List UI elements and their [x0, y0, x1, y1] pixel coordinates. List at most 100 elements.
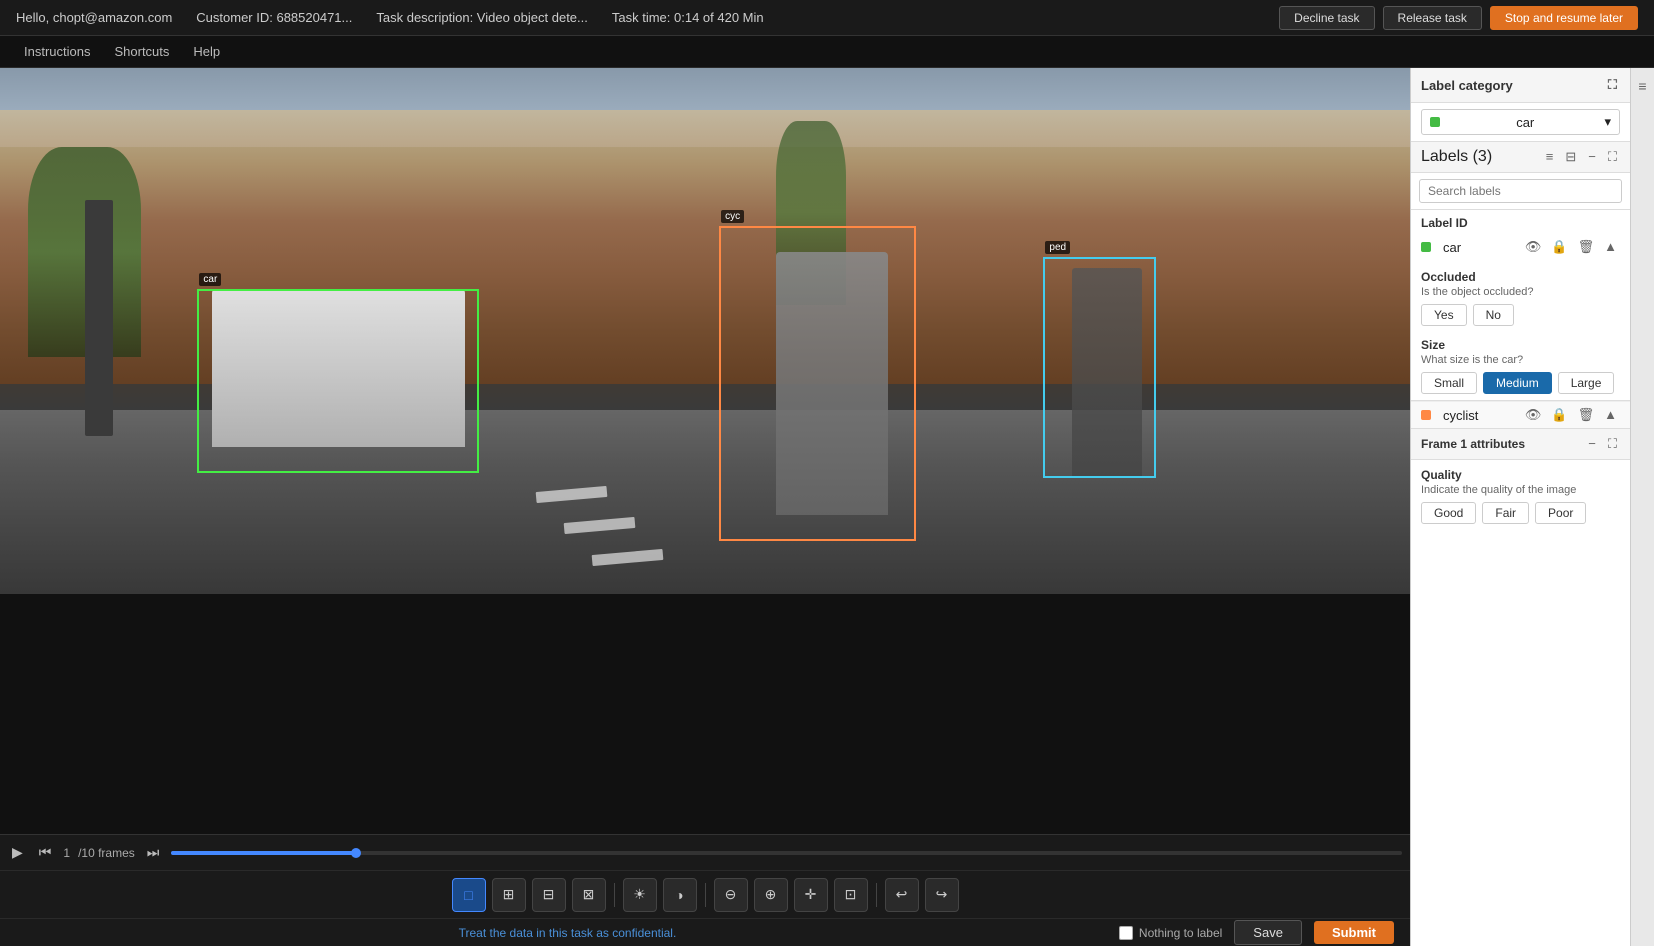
frame-attr-fullscreen-icon[interactable]: ⛶ [1605, 435, 1620, 453]
size-small-button[interactable]: Small [1421, 372, 1477, 394]
undo-button[interactable]: ↩ [885, 878, 919, 912]
category-dropdown[interactable]: car ▾ [1421, 109, 1620, 135]
label-collapse-icon[interactable]: ▲ [1601, 238, 1620, 256]
category-selector: car ▾ [1411, 103, 1630, 141]
next-frame-button[interactable]: ⏭ [143, 842, 164, 863]
occluded-no-button[interactable]: No [1473, 304, 1514, 326]
filter-icon[interactable]: ⊟ [1562, 148, 1579, 166]
brightness-button[interactable]: ☀ [623, 878, 657, 912]
size-buttons: Small Medium Large [1421, 372, 1620, 394]
minimize-icon[interactable]: − [1585, 148, 1599, 166]
occluded-yes-button[interactable]: Yes [1421, 304, 1467, 326]
label-id-section: Label ID car 👁 🔒 🗑 ▲ Occluded [1411, 210, 1630, 401]
release-task-button[interactable]: Release task [1383, 6, 1482, 30]
play-button[interactable]: ▶ [8, 842, 27, 863]
fit-button[interactable]: ⊡ [834, 878, 868, 912]
bbox-cyclist: cyc [719, 226, 916, 542]
nothing-to-label-checkbox[interactable]: Nothing to label [1119, 926, 1222, 940]
label-lock-icon[interactable]: 🔒 [1548, 238, 1570, 256]
filter-sort-icon[interactable]: ≡ [1543, 148, 1557, 166]
search-labels-input[interactable] [1419, 179, 1622, 203]
occluded-buttons: Yes No [1421, 304, 1620, 326]
redo-button[interactable]: ↪ [925, 878, 959, 912]
labels-fullscreen-icon[interactable]: ⛶ [1605, 148, 1620, 166]
main-layout: car cyc ped ▶ ⏮ 1 /10 frames ⏭ [0, 68, 1654, 946]
nothing-label-text: Nothing to label [1139, 926, 1222, 940]
shortcuts-link[interactable]: Shortcuts [106, 40, 177, 63]
cyclist-icons: 👁 🔒 🗑 ▲ [1522, 406, 1620, 424]
cat-dot-green [1430, 115, 1446, 130]
frame-current: 1 [63, 846, 70, 860]
dropdown-chevron-icon: ▾ [1604, 114, 1611, 130]
contrast-button[interactable]: ◑ [663, 878, 697, 912]
select-tool-button[interactable]: □ [452, 878, 486, 912]
street-scene: car cyc ped [0, 68, 1410, 594]
cyclist-row: cyclist 👁 🔒 🗑 ▲ [1411, 401, 1630, 428]
label-category-icons: ⛶ [1605, 76, 1620, 94]
green-dot-icon [1430, 117, 1440, 127]
labels-count-text: Labels (3) [1421, 148, 1492, 166]
footer-bar: Treat the data in this task as confident… [0, 918, 1410, 946]
label-delete-icon[interactable]: 🗑 [1575, 238, 1598, 256]
right-panel: Label category ⛶ car ▾ Labels (3) [1410, 68, 1630, 946]
label-id-dot [1421, 242, 1431, 252]
bbox-ped-label: ped [1045, 241, 1070, 254]
size-sub: What size is the car? [1421, 354, 1620, 366]
labels-header: Labels (3) ≡ ⊟ − ⛶ [1411, 142, 1630, 173]
size-medium-button[interactable]: Medium [1483, 372, 1552, 394]
stop-resume-button[interactable]: Stop and resume later [1490, 6, 1638, 30]
edge-icon-1[interactable]: ≡ [1633, 76, 1653, 96]
quality-good-button[interactable]: Good [1421, 502, 1476, 524]
cyclist-lock-icon[interactable]: 🔒 [1548, 406, 1570, 424]
panel-fullscreen-icon[interactable]: ⛶ [1605, 76, 1620, 94]
crop-tool-button[interactable]: ⊞ [492, 878, 526, 912]
frame-total: /10 frames [78, 846, 135, 860]
quality-buttons: Good Fair Poor [1421, 502, 1620, 524]
decline-task-button[interactable]: Decline task [1279, 6, 1374, 30]
checkbox-icon[interactable] [1119, 926, 1133, 940]
quality-title: Quality [1421, 468, 1620, 482]
quality-poor-button[interactable]: Poor [1535, 502, 1586, 524]
sub-nav: Instructions Shortcuts Help [0, 36, 1654, 68]
timeline-track[interactable] [171, 851, 1402, 855]
help-link[interactable]: Help [185, 40, 228, 63]
size-section: Size What size is the car? Small Medium … [1411, 332, 1630, 400]
label-category-header: Label category ⛶ [1411, 68, 1630, 103]
submit-button[interactable]: Submit [1314, 921, 1394, 944]
frame-attributes-header: Frame 1 attributes − ⛶ [1411, 428, 1630, 460]
canvas-area: car cyc ped ▶ ⏮ 1 /10 frames ⏭ [0, 68, 1410, 946]
cyclist-visibility-icon[interactable]: 👁 [1522, 406, 1545, 424]
greeting-text: Hello, chopt@amazon.com [16, 10, 172, 25]
instructions-link[interactable]: Instructions [16, 40, 98, 63]
label-category-section: Label category ⛶ car ▾ [1411, 68, 1630, 142]
bbox-pedestrian: ped [1043, 257, 1156, 478]
cyclist-delete-icon[interactable]: 🗑 [1575, 406, 1598, 424]
quality-fair-button[interactable]: Fair [1482, 502, 1529, 524]
label-id-left: car [1421, 240, 1461, 255]
toolbar-divider-2 [705, 883, 706, 907]
duplicate-tool-button[interactable]: ⊟ [532, 878, 566, 912]
top-bar-right: Decline task Release task Stop and resum… [1279, 6, 1638, 30]
size-large-button[interactable]: Large [1558, 372, 1615, 394]
cyclist-collapse-icon[interactable]: ▲ [1601, 406, 1620, 424]
footer-right: Nothing to label Save Submit [1119, 920, 1394, 945]
zoom-out-button[interactable]: ⊖ [714, 878, 748, 912]
lower-black-area [0, 594, 1410, 834]
poly-tool-button[interactable]: ⊠ [572, 878, 606, 912]
cyclist-left: cyclist [1421, 408, 1478, 423]
confidential-text: Treat the data in this task as confident… [16, 926, 1119, 940]
timeline-thumb [351, 848, 361, 858]
right-edge-panel: ≡ [1630, 68, 1654, 946]
save-button[interactable]: Save [1234, 920, 1302, 945]
prev-frame-button[interactable]: ⏮ [35, 842, 56, 863]
label-visibility-icon[interactable]: 👁 [1522, 238, 1545, 256]
zoom-in-button[interactable]: ⊕ [754, 878, 788, 912]
cyclist-label-text: cyclist [1443, 408, 1478, 423]
frame-attr-minimize-icon[interactable]: − [1585, 435, 1599, 453]
traffic-light [85, 200, 113, 437]
frame-attr-icons: − ⛶ [1585, 435, 1620, 453]
toolbar-divider-3 [876, 883, 877, 907]
task-description-text: Task description: Video object dete... [376, 10, 588, 25]
size-title: Size [1421, 338, 1620, 352]
pan-button[interactable]: ✛ [794, 878, 828, 912]
